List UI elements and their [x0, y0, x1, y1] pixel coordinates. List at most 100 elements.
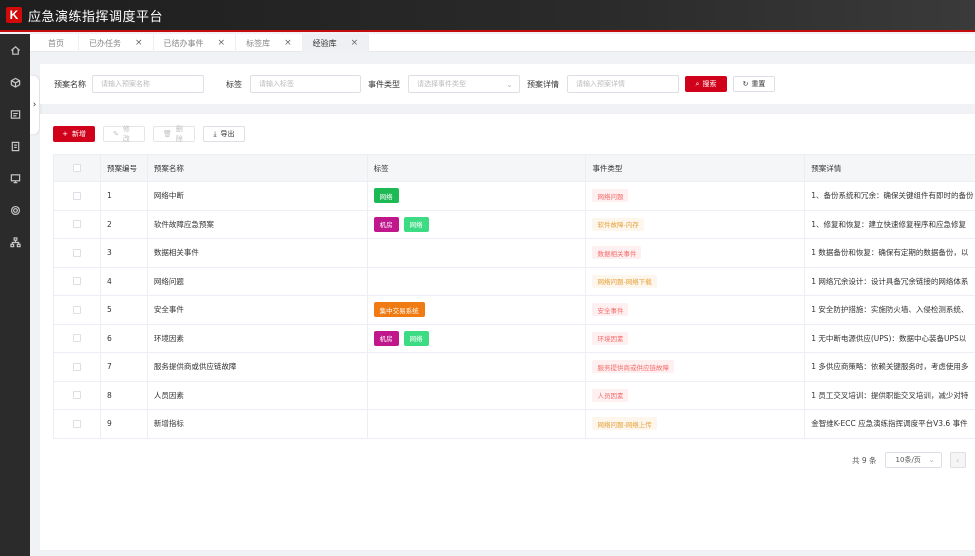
search-button-label: 搜索 [702, 80, 717, 88]
event-type-select[interactable]: 请选择事件类型 ⌄ [408, 75, 520, 93]
detail-label: 预案详情 [527, 79, 559, 89]
cell-tags: 集中交易系统 [368, 296, 587, 324]
event-type-badge: 网络问题-网络上传 [592, 417, 657, 431]
row-checkbox[interactable] [72, 334, 81, 343]
tag-badge: 网络 [403, 216, 429, 232]
document-icon[interactable] [0, 98, 30, 130]
header-event-type[interactable]: 事件类型 [586, 155, 806, 181]
chevron-down-icon: ⌄ [506, 79, 513, 89]
table-row[interactable]: 9 新增指标 网络问题-网络上传 金智维K-ECC 应急演练指挥调度平台V3.6 事件 [54, 410, 975, 439]
event-type-badge: 环境因素 [592, 331, 629, 345]
cell-event-type: 人员因素 [586, 381, 806, 409]
delete-label: 删除 [175, 125, 183, 143]
tab-label: 首页 [48, 38, 64, 48]
table-row[interactable]: 5 安全事件 集中交易系统 安全事件 1 安全防护措施：实施防火墙、入侵检测系统、 [54, 296, 975, 325]
table-row[interactable]: 7 服务提供商或供应链故障 服务提供商或供应链故障 1 多供应商策略：依赖关键服务时，… [54, 353, 975, 382]
event-type-badge: 人员因素 [592, 388, 629, 402]
event-type-badge: 网络问题 [592, 189, 629, 203]
edit-icon: ✎ [113, 130, 119, 138]
search-button[interactable]: ⌕ 搜索 [685, 76, 727, 92]
export-button[interactable]: ⤓ 导出 [203, 126, 245, 142]
reset-button[interactable]: ↻ 重置 [733, 76, 775, 92]
cell-detail: 金智维K-ECC 应急演练指挥调度平台V3.6 事件 [811, 419, 968, 429]
row-checkbox[interactable] [72, 391, 81, 400]
row-checkbox[interactable] [72, 248, 81, 257]
close-icon[interactable]: × [135, 38, 143, 48]
table-row[interactable]: 3 数据相关事件 数据相关事件 1 数据备份和恢复：确保有定期的数据备份，以 [54, 239, 975, 268]
page-size-select[interactable]: 10条/页 ⌄ [884, 452, 942, 468]
row-checkbox[interactable] [72, 277, 81, 286]
sidebar-expand-toggle[interactable]: › [30, 76, 39, 134]
main-panel: + 新增 ✎ 修改 🗑 删除 ⤓ 导出 预案编号 预案名称 标签 事件类型 预案详情 1… [40, 114, 975, 550]
tab-tag-library[interactable]: 标签库 × [236, 34, 303, 52]
close-icon[interactable]: × [218, 38, 226, 48]
header-id[interactable]: 预案编号 [101, 155, 148, 181]
cell-name: 网络中断 [148, 182, 368, 210]
edit-button[interactable]: ✎ 修改 [103, 125, 145, 143]
page-size-value: 10条/页 [895, 456, 921, 464]
tab-label: 已办任务 [89, 38, 121, 48]
row-checkbox[interactable] [72, 305, 81, 314]
cell-detail: 1 多供应商策略：依赖关键服务时，考虑使用多 [811, 362, 969, 372]
toolbar: + 新增 ✎ 修改 🗑 删除 ⤓ 导出 [53, 125, 245, 143]
row-checkbox[interactable] [72, 362, 81, 371]
cell-id: 1 [101, 182, 148, 210]
cell-event-type: 软件故障-内存 [586, 210, 806, 238]
table-row[interactable]: 1 网络中断 网络 网络问题 1、备份系统和冗余：确保关键组件有即时的备份 [54, 182, 975, 211]
app-logo[interactable]: K [6, 7, 22, 23]
header-name[interactable]: 预案名称 [148, 155, 368, 181]
row-select-cell [54, 324, 101, 352]
row-checkbox[interactable] [72, 191, 81, 200]
tab-label: 已结办事件 [163, 38, 204, 48]
table-row[interactable]: 6 环境因素 机房 网络 环境因素 1 无中断电源供应(UPS)：数据中心装备UPS以 [54, 324, 975, 353]
tag-badge: 网络 [403, 330, 429, 346]
tag-input[interactable]: 请输入标签 [250, 75, 361, 93]
table-row[interactable]: 2 软件故障应急预案 机房 网络 软件故障-内存 1、修复和恢复：建立快速修复程序和应急修… [54, 210, 975, 239]
select-all-cell [54, 155, 101, 181]
close-icon[interactable]: × [351, 38, 359, 48]
org-chart-icon[interactable] [0, 226, 30, 258]
monitor-icon[interactable] [0, 162, 30, 194]
cell-name: 服务提供商或供应链故障 [148, 353, 368, 381]
cell-id: 6 [101, 324, 148, 352]
event-type-badge: 网络问题-网络下载 [592, 274, 657, 288]
header-tags[interactable]: 标签 [368, 155, 587, 181]
close-icon[interactable]: × [284, 38, 292, 48]
home-icon[interactable] [0, 34, 30, 66]
table-row[interactable]: 8 人员因素 人员因素 1 员工交叉培训：提供职能交叉培训，减少对特 [54, 381, 975, 410]
tag-placeholder: 请输入标签 [259, 80, 294, 88]
top-header: K 应急演练指挥调度平台 [0, 0, 975, 32]
tab-done-tasks[interactable]: 已办任务 × [79, 34, 154, 52]
detail-input[interactable]: 请输入预案详情 [567, 75, 679, 93]
cube-icon[interactable] [0, 66, 30, 98]
row-select-cell [54, 239, 101, 267]
tab-home[interactable]: 首页 [30, 34, 79, 52]
gear-icon[interactable] [0, 194, 30, 226]
cell-name: 安全事件 [148, 296, 368, 324]
cell-tags: 机房 网络 [368, 210, 587, 238]
download-icon: ⤓ [213, 129, 217, 138]
delete-button[interactable]: 🗑 删除 [153, 125, 195, 143]
tab-experience-library[interactable]: 经验库 × [302, 34, 370, 52]
cell-tags [368, 381, 587, 409]
plan-name-input[interactable]: 请输入预案名称 [92, 75, 204, 93]
cell-tags [368, 353, 587, 381]
cell-detail: 1 数据备份和恢复：确保有定期的数据备份，以 [811, 248, 969, 258]
row-select-cell [54, 210, 101, 238]
page-tabs: 首页 已办任务 × 已结办事件 × 标签库 × 经验库 × [30, 34, 975, 52]
cell-event-type: 网络问题-网络上传 [586, 410, 806, 438]
clipboard-icon[interactable] [0, 130, 30, 162]
plan-table: 预案编号 预案名称 标签 事件类型 预案详情 1 网络中断 网络 网络问题 1、备份系统… [53, 154, 975, 439]
row-checkbox[interactable] [72, 220, 81, 229]
add-button[interactable]: + 新增 [53, 126, 95, 142]
row-checkbox[interactable] [72, 419, 81, 428]
pagination: 共 9 条 10条/页 ⌄ ‹ [852, 452, 966, 468]
row-select-cell [54, 410, 101, 438]
select-all-checkbox[interactable] [72, 164, 81, 172]
tag-badge: 集中交易系统 [373, 302, 425, 318]
header-detail[interactable]: 预案详情 [805, 155, 975, 181]
prev-page-button[interactable]: ‹ [949, 452, 966, 468]
event-type-badge: 软件故障-内存 [592, 217, 644, 231]
tab-closed-events[interactable]: 已结办事件 × [154, 34, 237, 52]
table-row[interactable]: 4 网络问题 网络问题-网络下载 1 网络冗余设计：设计具备冗余链接的网络体系 [54, 267, 975, 296]
